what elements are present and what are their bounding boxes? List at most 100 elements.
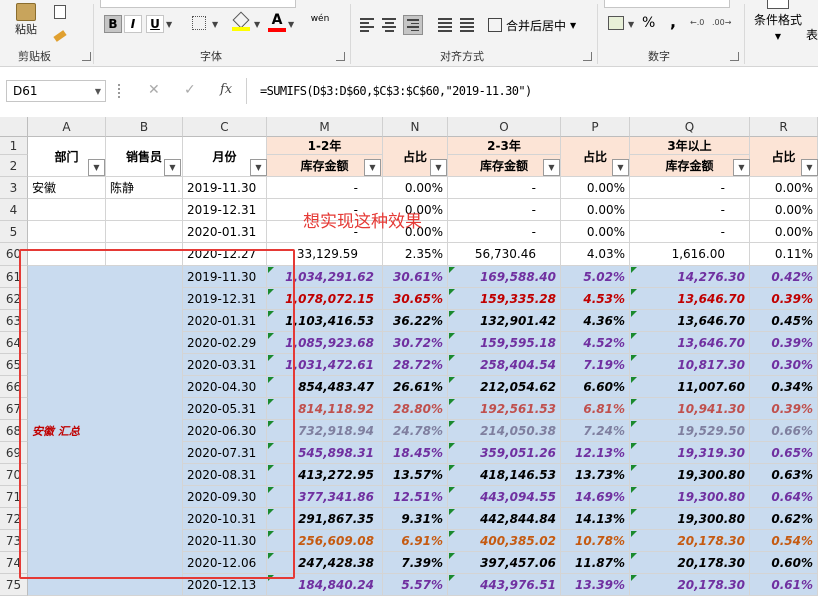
summary-o[interactable]: 159,335.28	[448, 288, 561, 310]
summary-n[interactable]: 5.57%	[383, 574, 448, 596]
summary-n[interactable]: 6.91%	[383, 530, 448, 552]
filter-dropdown-icon[interactable]: ▼	[543, 159, 560, 176]
percent-button[interactable]: %	[642, 15, 655, 31]
filter-dropdown-icon[interactable]: ▼	[364, 159, 381, 176]
cell-b[interactable]	[106, 221, 183, 243]
summary-o[interactable]: 400,385.02	[448, 530, 561, 552]
summary-o[interactable]: 397,457.06	[448, 552, 561, 574]
row-header-2[interactable]: 2	[0, 155, 28, 177]
accounting-format-button[interactable]	[608, 16, 624, 30]
summary-o[interactable]: 442,844.84	[448, 508, 561, 530]
summary-q[interactable]: 19,300.80	[630, 486, 750, 508]
summary-p[interactable]: 12.13%	[561, 442, 630, 464]
summary-q[interactable]: 13,646.70	[630, 332, 750, 354]
column-header-q[interactable]: Q	[630, 117, 750, 137]
group-3-plus-years[interactable]: 3年以上	[630, 137, 750, 155]
summary-n[interactable]: 12.51%	[383, 486, 448, 508]
copy-button[interactable]	[50, 2, 70, 22]
summary-r[interactable]: 0.60%	[750, 552, 818, 574]
select-all-button[interactable]	[0, 117, 28, 137]
summary-p[interactable]: 10.78%	[561, 530, 630, 552]
confirm-icon[interactable]: ✓	[184, 82, 196, 98]
summary-r[interactable]: 0.45%	[750, 310, 818, 332]
cell-p[interactable]: 0.00%	[561, 199, 630, 221]
accounting-dropdown-icon[interactable]: ▼	[628, 20, 634, 29]
bold-button[interactable]: B	[104, 15, 122, 33]
summary-n[interactable]: 26.61%	[383, 376, 448, 398]
cell-q[interactable]: -	[630, 221, 750, 243]
column-header-p[interactable]: P	[561, 117, 630, 137]
increase-decimal-icon[interactable]: ←.0	[690, 18, 704, 27]
summary-q[interactable]: 20,178.30	[630, 530, 750, 552]
summary-r[interactable]: 0.34%	[750, 376, 818, 398]
number-format-box[interactable]	[604, 0, 730, 8]
cell-m[interactable]: -	[267, 177, 383, 199]
summary-n[interactable]: 30.65%	[383, 288, 448, 310]
filter-dropdown-icon[interactable]: ▼	[733, 159, 750, 176]
cell-o[interactable]: 56,730.46	[448, 243, 561, 266]
summary-n[interactable]: 24.78%	[383, 420, 448, 442]
cell-b[interactable]: 陈静	[106, 177, 183, 199]
cell-p[interactable]: 0.00%	[561, 177, 630, 199]
header-q-amount[interactable]: 库存金额	[630, 155, 750, 177]
summary-r[interactable]: 0.61%	[750, 574, 818, 596]
summary-n[interactable]: 36.22%	[383, 310, 448, 332]
fill-dropdown-icon[interactable]: ▼	[254, 20, 260, 29]
summary-o[interactable]: 159,595.18	[448, 332, 561, 354]
filter-dropdown-icon[interactable]: ▼	[430, 159, 447, 176]
summary-n[interactable]: 30.61%	[383, 266, 448, 288]
summary-n[interactable]: 28.80%	[383, 398, 448, 420]
summary-n[interactable]: 28.72%	[383, 354, 448, 376]
column-header-c[interactable]: C	[183, 117, 267, 137]
summary-p[interactable]: 13.73%	[561, 464, 630, 486]
column-header-n[interactable]: N	[383, 117, 448, 137]
formula-bar-grip[interactable]	[118, 84, 122, 98]
cell-n[interactable]: 0.00%	[383, 177, 448, 199]
summary-p[interactable]: 7.24%	[561, 420, 630, 442]
summary-q[interactable]: 19,300.80	[630, 464, 750, 486]
font-launcher-icon[interactable]	[336, 52, 345, 61]
summary-r[interactable]: 0.39%	[750, 288, 818, 310]
summary-r[interactable]: 0.63%	[750, 464, 818, 486]
align-center-icon[interactable]	[382, 18, 396, 32]
cell-o[interactable]: -	[448, 177, 561, 199]
summary-r[interactable]: 0.30%	[750, 354, 818, 376]
summary-q[interactable]: 19,319.30	[630, 442, 750, 464]
summary-p[interactable]: 4.36%	[561, 310, 630, 332]
cell-c-month[interactable]: 2019-11.30	[183, 177, 267, 199]
summary-q[interactable]: 10,941.30	[630, 398, 750, 420]
format-as-table-button[interactable]: 表	[806, 26, 818, 43]
align-left-icon[interactable]	[360, 18, 374, 32]
fill-color-button[interactable]	[232, 11, 250, 31]
cell-r[interactable]: 0.00%	[750, 199, 818, 221]
summary-q[interactable]: 13,646.70	[630, 288, 750, 310]
summary-r[interactable]: 0.39%	[750, 332, 818, 354]
summary-q[interactable]: 13,646.70	[630, 310, 750, 332]
cell-o[interactable]: -	[448, 199, 561, 221]
summary-q[interactable]: 19,300.80	[630, 508, 750, 530]
summary-p[interactable]: 4.53%	[561, 288, 630, 310]
number-launcher-icon[interactable]	[730, 52, 739, 61]
summary-p[interactable]: 4.52%	[561, 332, 630, 354]
summary-q[interactable]: 19,529.50	[630, 420, 750, 442]
summary-r[interactable]: 0.42%	[750, 266, 818, 288]
name-box-dropdown-icon[interactable]: ▼	[95, 87, 101, 96]
phonetic-button[interactable]: wén	[310, 14, 330, 34]
summary-p[interactable]: 13.39%	[561, 574, 630, 596]
cell-b[interactable]	[106, 199, 183, 221]
summary-o[interactable]: 212,054.62	[448, 376, 561, 398]
filter-dropdown-icon[interactable]: ▼	[612, 159, 629, 176]
cell-r[interactable]: 0.00%	[750, 177, 818, 199]
align-right-icon[interactable]	[403, 15, 423, 35]
summary-n[interactable]: 9.31%	[383, 508, 448, 530]
alignment-launcher-icon[interactable]	[583, 52, 592, 61]
summary-o[interactable]: 443,976.51	[448, 574, 561, 596]
group-2-3-years[interactable]: 2-3年	[448, 137, 561, 155]
summary-r[interactable]: 0.39%	[750, 398, 818, 420]
cell-a[interactable]	[28, 199, 106, 221]
cell-p[interactable]: 4.03%	[561, 243, 630, 266]
underline-dropdown-icon[interactable]: ▼	[166, 20, 172, 29]
summary-o[interactable]: 443,094.55	[448, 486, 561, 508]
cell-p[interactable]: 0.00%	[561, 221, 630, 243]
row-header-5[interactable]: 5	[0, 221, 28, 243]
